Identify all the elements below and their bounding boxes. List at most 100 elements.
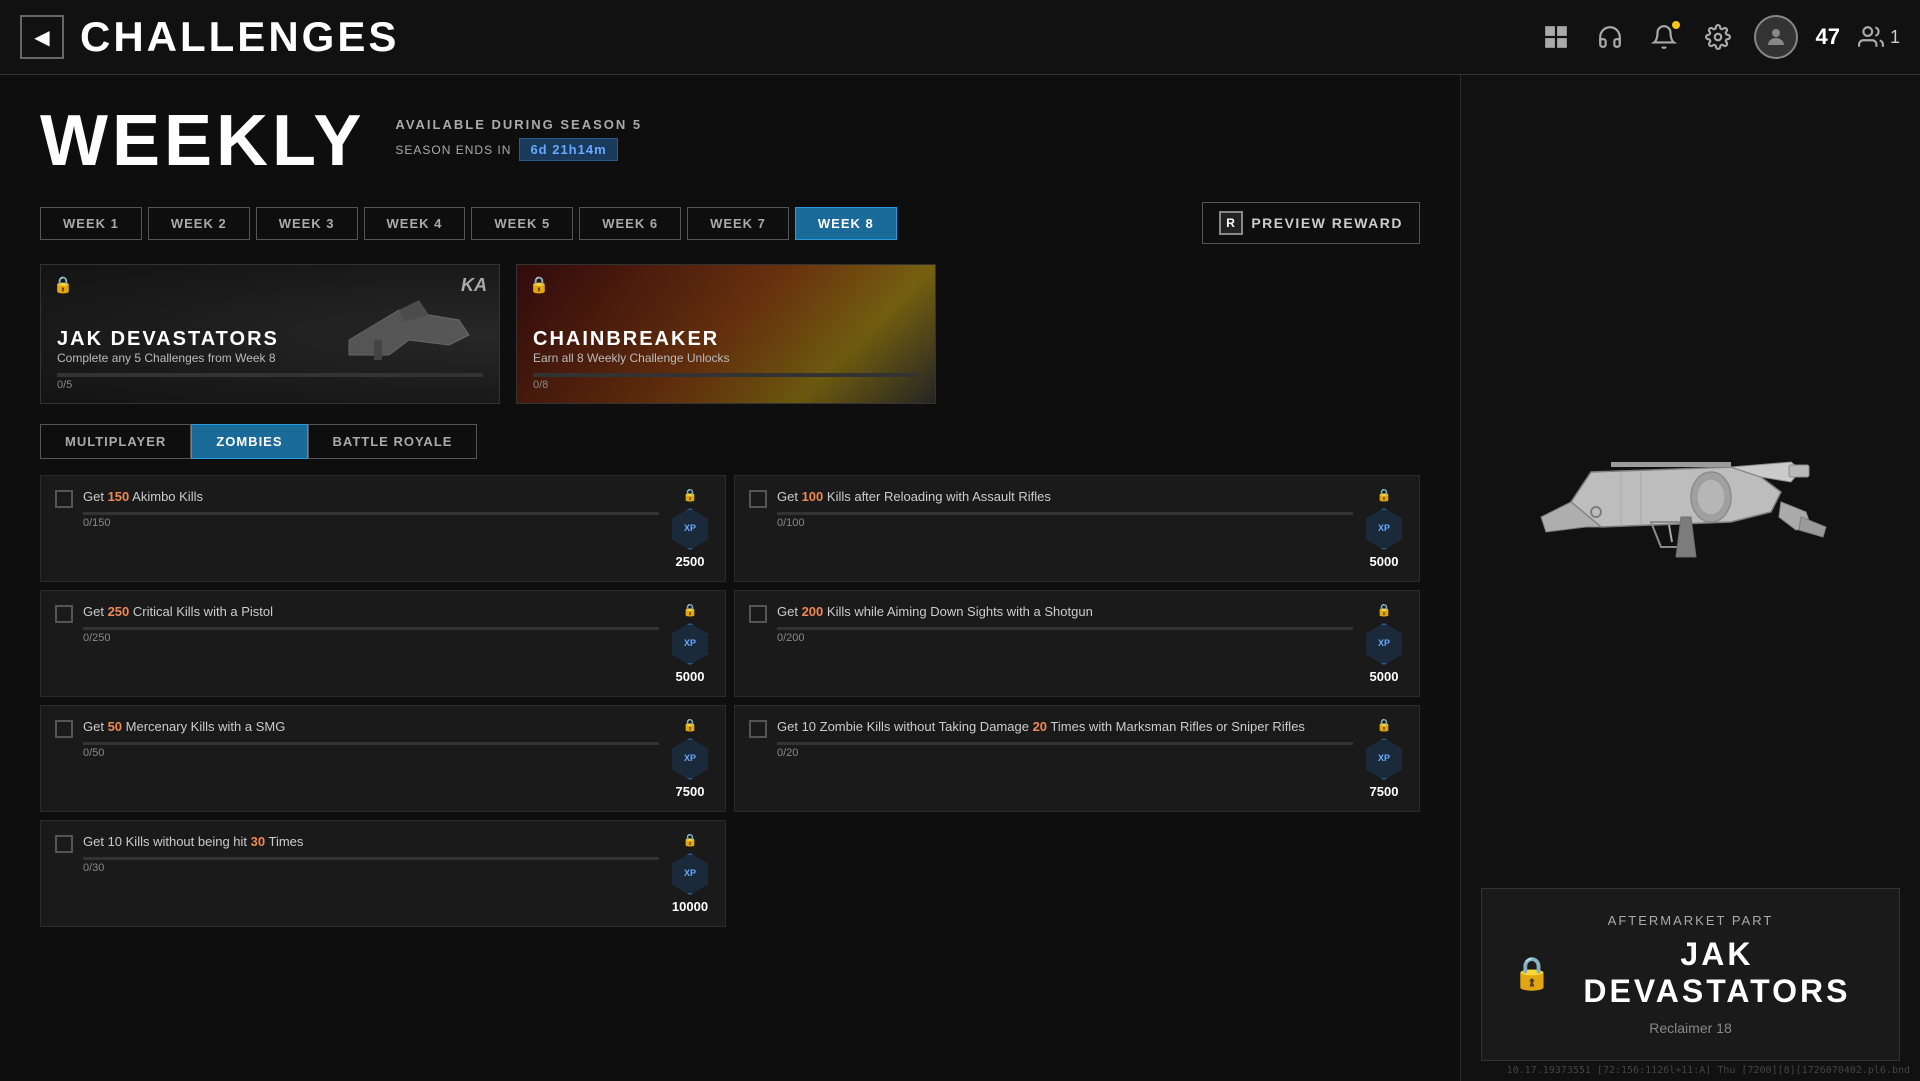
challenge-info-1: Get 150 Akimbo Kills 0/150 <box>83 488 659 529</box>
preview-label: PREVIEW REWARD <box>1251 215 1403 231</box>
challenge-right-6: 🔒 XP 7500 <box>1363 718 1405 799</box>
challenge-text-7: Get 10 Kills without being hit 30 Times <box>83 833 659 851</box>
challenge-item-7[interactable]: Get 10 Kills without being hit 30 Times … <box>40 820 726 927</box>
reward-card-jak[interactable]: 🔒 KA JAK DEVASTATORS Complete any 5 Chal… <box>40 264 500 404</box>
challenge-lock-7: 🔒 <box>683 833 698 847</box>
left-panel: WEEKLY AVAILABLE DURING SEASON 5 SEASON … <box>0 75 1460 1081</box>
xp-badge-7: XP <box>669 853 711 895</box>
battle-royale-tab[interactable]: BATTLE ROYALE <box>308 424 478 459</box>
group-count: 1 <box>1890 27 1900 48</box>
top-bar-right: 47 1 <box>1538 15 1901 59</box>
xp-badge-5: XP <box>669 738 711 780</box>
challenge-highlight-1: 150 <box>108 489 130 504</box>
player-level: 47 <box>1816 24 1840 50</box>
challenge-checkbox-5[interactable] <box>55 720 73 738</box>
challenge-checkbox-6[interactable] <box>749 720 767 738</box>
challenge-checkbox-1[interactable] <box>55 490 73 508</box>
challenge-progress-bar-container-4 <box>777 627 1353 630</box>
week-tabs: WEEK 1 WEEK 2 WEEK 3 WEEK 4 WEEK 5 WEEK … <box>40 202 1420 244</box>
challenge-progress-text-3: 0/250 <box>83 632 659 644</box>
challenge-progress-bar-container-7 <box>83 857 659 860</box>
challenge-progress-bar-container-5 <box>83 742 659 745</box>
jak-card-content: 🔒 KA JAK DEVASTATORS Complete any 5 Chal… <box>41 265 499 403</box>
challenge-progress-text-1: 0/150 <box>83 517 659 529</box>
avatar[interactable] <box>1754 15 1798 59</box>
challenge-checkbox-2[interactable] <box>749 490 767 508</box>
available-text: AVAILABLE DURING SEASON 5 <box>395 117 642 132</box>
preview-key-badge: R <box>1219 211 1243 235</box>
xp-amount-2: 5000 <box>1370 554 1399 569</box>
xp-amount-3: 5000 <box>676 669 705 684</box>
challenge-progress-text-7: 0/30 <box>83 862 659 874</box>
challenge-checkbox-7[interactable] <box>55 835 73 853</box>
main-content: WEEKLY AVAILABLE DURING SEASON 5 SEASON … <box>0 75 1920 1081</box>
back-button[interactable]: ◀ <box>20 15 64 59</box>
week-tab-8[interactable]: WEEK 8 <box>795 207 897 240</box>
multiplayer-tab[interactable]: MULTIPLAYER <box>40 424 191 459</box>
xp-amount-5: 7500 <box>676 784 705 799</box>
challenge-checkbox-4[interactable] <box>749 605 767 623</box>
group-icon[interactable]: 1 <box>1858 24 1900 50</box>
week-tab-4[interactable]: WEEK 4 <box>364 207 466 240</box>
challenge-progress-text-4: 0/200 <box>777 632 1353 644</box>
challenge-item-1[interactable]: Get 150 Akimbo Kills 0/150 🔒 XP 2500 <box>40 475 726 582</box>
challenge-lock-2: 🔒 <box>1377 488 1392 502</box>
season-timer: 6d 21h14m <box>519 138 617 161</box>
challenge-lock-6: 🔒 <box>1377 718 1392 732</box>
challenge-item-3[interactable]: Get 250 Critical Kills with a Pistol 0/2… <box>40 590 726 697</box>
challenge-info-6: Get 10 Zombie Kills without Taking Damag… <box>777 718 1353 759</box>
settings-icon[interactable] <box>1700 19 1736 55</box>
notification-dot <box>1672 21 1680 29</box>
challenge-item-6[interactable]: Get 10 Zombie Kills without Taking Damag… <box>734 705 1420 812</box>
challenge-item-2[interactable]: Get 100 Kills after Reloading with Assau… <box>734 475 1420 582</box>
week-tab-7[interactable]: WEEK 7 <box>687 207 789 240</box>
challenge-right-5: 🔒 XP 7500 <box>669 718 711 799</box>
week-tab-3[interactable]: WEEK 3 <box>256 207 358 240</box>
challenge-info-4: Get 200 Kills while Aiming Down Sights w… <box>777 603 1353 644</box>
challenge-info-7: Get 10 Kills without being hit 30 Times … <box>83 833 659 874</box>
reward-card-chainbreaker[interactable]: 🔒 CHAINBREAKER Earn all 8 Weekly Challen… <box>516 264 936 404</box>
chainbreaker-reward-name: CHAINBREAKER <box>533 328 919 351</box>
week-tab-5[interactable]: WEEK 5 <box>471 207 573 240</box>
challenge-checkbox-3[interactable] <box>55 605 73 623</box>
xp-amount-4: 5000 <box>1370 669 1399 684</box>
challenge-text-5: Get 50 Mercenary Kills with a SMG <box>83 718 659 736</box>
challenge-info-2: Get 100 Kills after Reloading with Assau… <box>777 488 1353 529</box>
week-tab-6[interactable]: WEEK 6 <box>579 207 681 240</box>
chainbreaker-progress-text: 0/8 <box>533 379 919 391</box>
jak-progress-text: 0/5 <box>57 379 483 391</box>
jak-brand-icon: KA <box>461 275 487 296</box>
reward-info-sub: Reclaimer 18 <box>1512 1020 1869 1036</box>
reward-name-lock-icon: 🔒 <box>1512 954 1555 992</box>
challenge-right-3: 🔒 XP 5000 <box>669 603 711 684</box>
week-tab-1[interactable]: WEEK 1 <box>40 207 142 240</box>
chainbreaker-reward-desc: Earn all 8 Weekly Challenge Unlocks <box>533 351 919 365</box>
challenge-progress-text-2: 0/100 <box>777 517 1353 529</box>
headset-icon[interactable] <box>1592 19 1628 55</box>
grid-icon[interactable] <box>1538 19 1574 55</box>
challenge-highlight-5: 50 <box>108 719 122 734</box>
xp-amount-6: 7500 <box>1370 784 1399 799</box>
zombies-tab[interactable]: ZOMBIES <box>191 424 307 459</box>
season-ends-label: SEASON ENDS IN <box>395 143 511 157</box>
challenge-lock-4: 🔒 <box>1377 603 1392 617</box>
bell-icon[interactable] <box>1646 19 1682 55</box>
challenge-right-1: 🔒 XP 2500 <box>669 488 711 569</box>
reward-name-text: JAK DEVASTATORS <box>1565 936 1869 1010</box>
challenge-item-4[interactable]: Get 200 Kills while Aiming Down Sights w… <box>734 590 1420 697</box>
xp-amount-1: 2500 <box>676 554 705 569</box>
preview-reward-button[interactable]: R PREVIEW REWARD <box>1202 202 1420 244</box>
challenge-lock-3: 🔒 <box>683 603 698 617</box>
challenge-info-3: Get 250 Critical Kills with a Pistol 0/2… <box>83 603 659 644</box>
weapon-preview <box>1481 95 1900 888</box>
top-bar: ◀ CHALLENGES <box>0 0 1920 75</box>
challenge-item-5[interactable]: Get 50 Mercenary Kills with a SMG 0/50 🔒… <box>40 705 726 812</box>
challenge-info-5: Get 50 Mercenary Kills with a SMG 0/50 <box>83 718 659 759</box>
weekly-meta: AVAILABLE DURING SEASON 5 SEASON ENDS IN… <box>395 117 642 161</box>
challenge-text-6: Get 10 Zombie Kills without Taking Damag… <box>777 718 1353 736</box>
weapon-preview-image <box>1531 362 1851 622</box>
jak-lock-icon: 🔒 <box>53 275 73 295</box>
week-tab-2[interactable]: WEEK 2 <box>148 207 250 240</box>
xp-badge-3: XP <box>669 623 711 665</box>
challenges-grid: Get 150 Akimbo Kills 0/150 🔒 XP 2500 <box>40 475 1420 927</box>
